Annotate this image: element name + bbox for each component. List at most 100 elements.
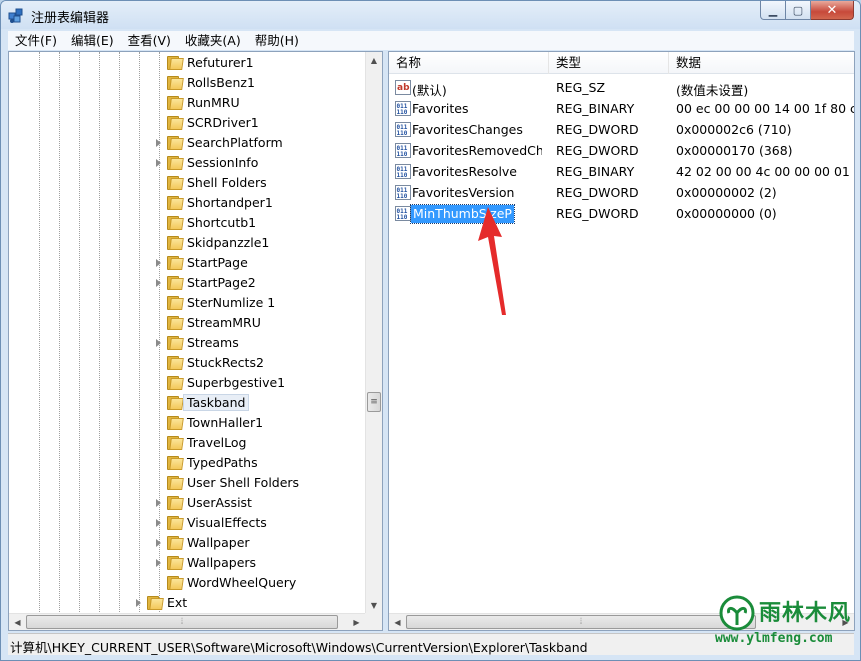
- minimize-button[interactable]: ▁: [760, 1, 786, 20]
- folder-icon: [167, 336, 184, 350]
- svg-text:110: 110: [397, 130, 408, 137]
- registry-editor-window: 注册表编辑器 ▁ ▢ ✕ 文件(F) 编辑(E) 查看(V) 收藏夹(A) 帮助…: [0, 0, 861, 661]
- value-row[interactable]: 011 110 FavoritesRemovedCh... REG_DWORD 0x00…: [389, 140, 854, 161]
- tree-item[interactable]: SterNumlize 1: [9, 293, 367, 313]
- value-row[interactable]: 011 110 FavoritesChanges REG_DWORD 0x000002c…: [389, 119, 854, 140]
- tree-item[interactable]: TravelLog: [9, 433, 367, 453]
- minimize-icon: ▁: [768, 3, 778, 17]
- tree-item[interactable]: TypedPaths: [9, 453, 367, 473]
- tree-item-label: TypedPaths: [187, 455, 258, 470]
- value-row[interactable]: ab (默认) REG_SZ (数值未设置): [389, 77, 854, 98]
- tree-item[interactable]: UserAssist: [9, 493, 367, 513]
- expand-arrow-icon[interactable]: [156, 339, 161, 347]
- tree-item-label: TownHaller1: [187, 415, 264, 430]
- column-header-type[interactable]: 类型: [549, 52, 669, 74]
- tree-item[interactable]: Streams: [9, 333, 367, 353]
- list-hscroll-thumb[interactable]: ⦙: [406, 615, 756, 629]
- value-data: 0x00000170 (368): [676, 143, 793, 158]
- key-tree-pane[interactable]: Refuturer1 RollsBenz1 RunMRU SCRDriver1 Sear…: [8, 51, 383, 631]
- tree-item-parent[interactable]: Ext: [9, 593, 367, 613]
- tree-item[interactable]: RunMRU: [9, 93, 367, 113]
- column-header-data[interactable]: 数据: [669, 52, 854, 74]
- expand-arrow-icon[interactable]: [156, 559, 161, 567]
- tree-item[interactable]: StuckRects2: [9, 353, 367, 373]
- scroll-down-icon[interactable]: ▼: [366, 597, 382, 614]
- menu-view[interactable]: 查看(V): [121, 31, 178, 50]
- tree-hscroll-thumb[interactable]: ⦙: [26, 615, 338, 629]
- tree-item[interactable]: Wallpaper: [9, 533, 367, 553]
- tree-vertical-scrollbar[interactable]: ▲ ≡ ▼: [365, 52, 382, 614]
- folder-icon: [167, 136, 184, 150]
- menu-edit[interactable]: 编辑(E): [64, 31, 121, 50]
- expand-arrow-icon[interactable]: [156, 539, 161, 547]
- tree-horizontal-scrollbar[interactable]: ◀ ⦙ ▶: [9, 613, 365, 630]
- tree-item[interactable]: VisualEffects: [9, 513, 367, 533]
- expand-arrow-icon[interactable]: [156, 499, 161, 507]
- tree-item-label: Wallpapers: [187, 555, 257, 570]
- tree-item[interactable]: Skidpanzzle1: [9, 233, 367, 253]
- close-button[interactable]: ✕: [811, 1, 854, 20]
- values-list-pane[interactable]: 名称 类型 数据 ab (默认) REG_SZ (数值未设置) 011 110 Favori…: [388, 51, 855, 631]
- tree-item-label: Streams: [187, 335, 239, 350]
- value-row[interactable]: 011 110 FavoritesResolve REG_BINARY 42 02 00…: [389, 161, 854, 182]
- tree-item-label: Shell Folders: [187, 175, 267, 190]
- tree-item-label: SterNumlize 1: [187, 295, 276, 310]
- tree-item[interactable]: StartPage2: [9, 273, 367, 293]
- tree-item[interactable]: Wallpapers: [9, 553, 367, 573]
- scroll-left-icon[interactable]: ◀: [9, 614, 26, 630]
- value-row[interactable]: 011 110 FavoritesVersion REG_DWORD 0x0000000…: [389, 182, 854, 203]
- tree-item[interactable]: StreamMRU: [9, 313, 367, 333]
- tree-item[interactable]: Shortandper1: [9, 193, 367, 213]
- tree-item-label: WordWheelQuery: [187, 575, 297, 590]
- tree-item[interactable]: Superbgestive1: [9, 373, 367, 393]
- folder-icon: [167, 456, 184, 470]
- column-header-name[interactable]: 名称: [389, 52, 549, 74]
- watermark: 雨林木风 www.ylmfeng.com: [713, 591, 860, 657]
- tree-item[interactable]: StartPage: [9, 253, 367, 273]
- value-name: FavoritesChanges: [412, 122, 523, 137]
- tree-item[interactable]: SearchPlatform: [9, 133, 367, 153]
- tree-item-label: VisualEffects: [187, 515, 267, 530]
- folder-icon: [167, 56, 184, 70]
- svg-text:110: 110: [397, 151, 408, 158]
- tree-item[interactable]: Taskband: [9, 393, 367, 413]
- tree-item-label: StartPage: [187, 255, 248, 270]
- folder-icon: [167, 496, 184, 510]
- svg-text:110: 110: [397, 172, 408, 179]
- tree-item[interactable]: SessionInfo: [9, 153, 367, 173]
- scroll-left-icon[interactable]: ◀: [389, 614, 406, 630]
- folder-icon: [167, 316, 184, 330]
- folder-icon: [167, 276, 184, 290]
- expand-arrow-icon[interactable]: [136, 599, 141, 607]
- expand-arrow-icon[interactable]: [156, 259, 161, 267]
- tree-item[interactable]: Shell Folders: [9, 173, 367, 193]
- maximize-button[interactable]: ▢: [786, 1, 811, 20]
- expand-arrow-icon[interactable]: [156, 519, 161, 527]
- tree-item[interactable]: Refuturer1: [9, 53, 367, 73]
- scroll-up-icon[interactable]: ▲: [366, 52, 382, 69]
- tree-item[interactable]: SCRDriver1: [9, 113, 367, 133]
- tree-item[interactable]: WordWheelQuery: [9, 573, 367, 593]
- tree-item[interactable]: TownHaller1: [9, 413, 367, 433]
- folder-icon: [167, 436, 184, 450]
- tree-scroll-thumb[interactable]: ≡: [367, 392, 381, 412]
- tree-item[interactable]: User Shell Folders: [9, 473, 367, 493]
- title-bar[interactable]: 注册表编辑器 ▁ ▢ ✕: [1, 1, 860, 29]
- tree-item-label: Skidpanzzle1: [187, 235, 270, 250]
- value-row[interactable]: 011 110 MinThumbSizeP REG_DWORD 0x00000000 (…: [389, 203, 854, 224]
- value-name: (默认): [412, 83, 447, 98]
- folder-icon: [167, 216, 184, 230]
- tree-item[interactable]: RollsBenz1: [9, 73, 367, 93]
- value-row[interactable]: 011 110 Favorites REG_BINARY 00 ec 00 00 00 …: [389, 98, 854, 119]
- expand-arrow-icon[interactable]: [156, 139, 161, 147]
- menu-help[interactable]: 帮助(H): [248, 31, 306, 50]
- expand-arrow-icon[interactable]: [156, 279, 161, 287]
- tree-item[interactable]: Shortcutb1: [9, 213, 367, 233]
- tree-item-label: StreamMRU: [187, 315, 261, 330]
- menu-file[interactable]: 文件(F): [8, 31, 64, 50]
- expand-arrow-icon[interactable]: [156, 159, 161, 167]
- value-name: FavoritesResolve: [412, 164, 517, 179]
- svg-text:110: 110: [397, 214, 408, 221]
- scroll-right-icon[interactable]: ▶: [348, 614, 365, 630]
- menu-favorites[interactable]: 收藏夹(A): [178, 31, 248, 50]
